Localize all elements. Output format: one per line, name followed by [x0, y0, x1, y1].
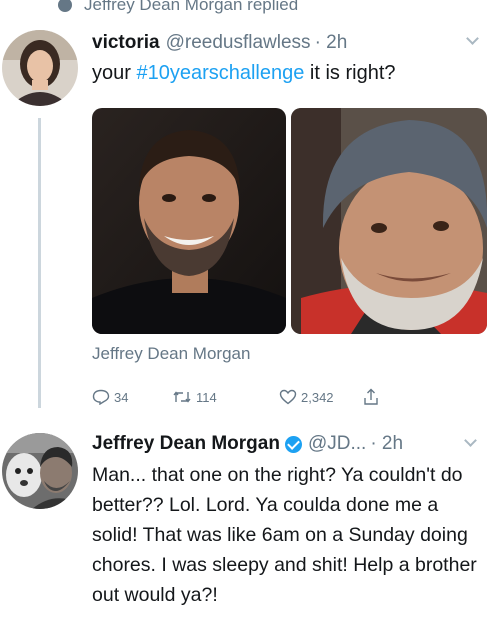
tweet1-text: your #10yearschallenge it is right? [92, 62, 396, 84]
tweet2-header: Jeffrey Dean Morgan @JD... · 2h [92, 431, 477, 457]
reply-context: Jeffrey Dean Morgan replied [58, 0, 298, 16]
heart-icon [279, 389, 297, 405]
share-button[interactable] [363, 388, 379, 406]
photo-older[interactable] [291, 108, 487, 334]
tweet2-time[interactable]: · 2h [370, 433, 403, 455]
reply-bubble-icon [58, 0, 72, 12]
tweet1-time[interactable]: · 2h [315, 32, 348, 54]
retweet-icon [173, 391, 191, 403]
reply-count: 34 [114, 389, 129, 405]
reply-button[interactable]: 34 [92, 389, 142, 405]
share-icon [364, 388, 378, 405]
reply-context-text: Jeffrey Dean Morgan replied [84, 0, 299, 14]
photo-young[interactable] [92, 108, 286, 334]
tweet2-author-name[interactable]: Jeffrey Dean Morgan [92, 433, 280, 455]
photo-caption: Jeffrey Dean Morgan [92, 344, 251, 363]
avatar-jeffrey-dean-morgan[interactable] [2, 433, 78, 509]
thread-line [38, 118, 41, 408]
like-button[interactable]: 2,342 [279, 389, 359, 405]
reply-icon [92, 389, 110, 405]
tweet2-author-handle[interactable]: @JD... [308, 433, 366, 455]
tweet2-text: Man... that one on the right? Ya couldn'… [92, 464, 477, 606]
verified-badge-icon [284, 435, 302, 453]
tweet1-header: victoria @reedusflawless · 2h [92, 30, 477, 56]
tweet1-actions: 34 114 2,342 [92, 388, 379, 406]
like-count: 2,342 [301, 389, 334, 405]
retweet-button[interactable]: 114 [172, 390, 232, 405]
hashtag-link[interactable]: #10yearschallenge [136, 62, 304, 84]
tweet1-author-name[interactable]: victoria [92, 32, 160, 54]
avatar-victoria[interactable] [2, 30, 78, 106]
tweet1-author-handle[interactable]: @reedusflawless [166, 32, 311, 54]
retweet-count: 114 [196, 389, 217, 405]
